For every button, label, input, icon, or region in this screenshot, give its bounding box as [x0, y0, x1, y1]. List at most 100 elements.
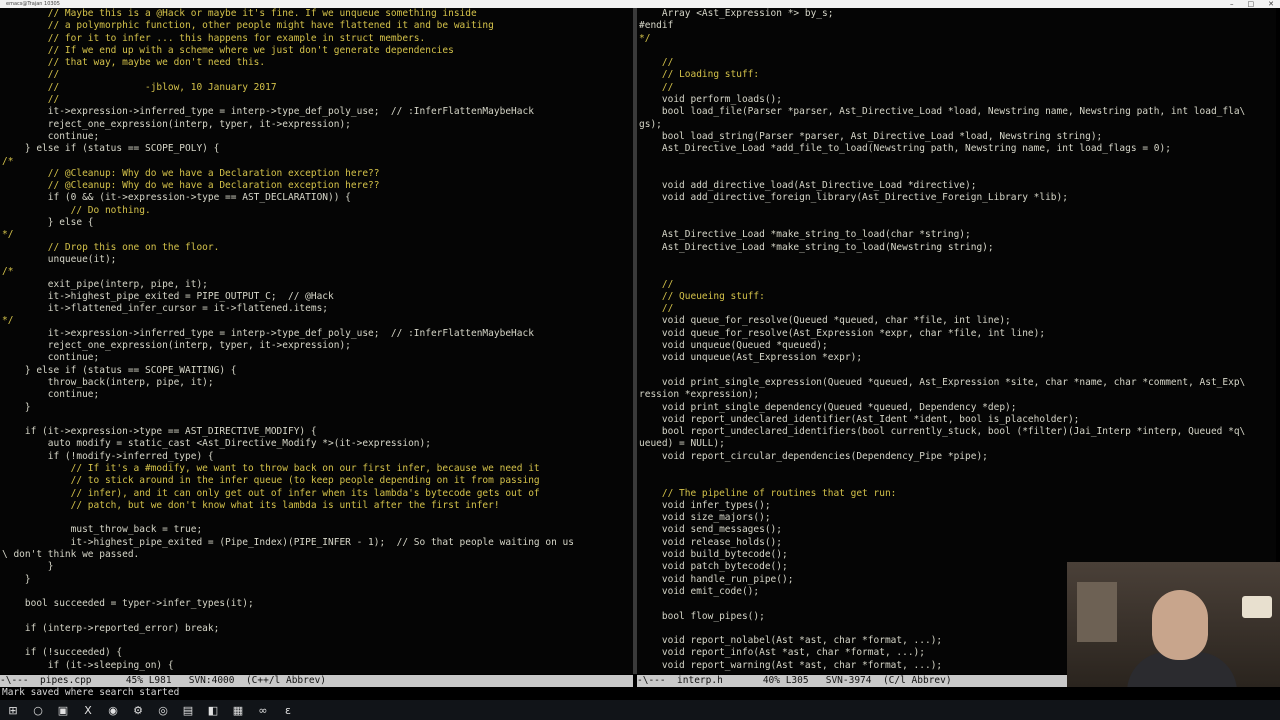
code-line[interactable]: if (!succeeded) {: [2, 647, 633, 659]
code-line[interactable]: it->highest_pipe_exited = PIPE_OUTPUT_C;…: [2, 291, 633, 303]
code-line[interactable]: /*: [2, 156, 633, 168]
code-line[interactable]: // a polymorphic function, other people …: [2, 20, 633, 32]
code-line[interactable]: \ don't think we passed.: [2, 549, 633, 561]
code-line[interactable]: // If we end up with a scheme where we j…: [2, 45, 633, 57]
code-line[interactable]: // Maybe this is a @Hack or maybe it's f…: [2, 8, 633, 20]
code-line[interactable]: [639, 266, 1276, 278]
terminal-icon[interactable]: ▤: [179, 702, 197, 718]
code-line[interactable]: reject_one_expression(interp, typer, it-…: [2, 340, 633, 352]
code-line[interactable]: void report_undeclared_identifier(Ast_Id…: [639, 414, 1276, 426]
code-line[interactable]: continue;: [2, 131, 633, 143]
code-line[interactable]: continue;: [2, 389, 633, 401]
minibuffer[interactable]: Mark saved where search started: [0, 687, 1280, 699]
code-line[interactable]: if (0 && (it->expression->type == AST_DE…: [2, 192, 633, 204]
code-line[interactable]: // If it's a #modify, we want to throw b…: [2, 463, 633, 475]
code-line[interactable]: void queue_for_resolve(Ast_Expression *e…: [639, 328, 1276, 340]
code-line[interactable]: void release_holds();: [639, 537, 1276, 549]
windows-start-icon[interactable]: ⊞: [4, 702, 22, 718]
code-line[interactable]: void send_messages();: [639, 524, 1276, 536]
code-line[interactable]: void add_directive_foreign_library(Ast_D…: [639, 192, 1276, 204]
code-line[interactable]: if (!modify->inferred_type) {: [2, 451, 633, 463]
code-line[interactable]: continue;: [2, 352, 633, 364]
left-editor-pane[interactable]: // Maybe this is a @Hack or maybe it's f…: [0, 8, 633, 674]
code-line[interactable]: bool report_undeclared_identifiers(bool …: [639, 426, 1276, 438]
code-line[interactable]: /*: [2, 266, 633, 278]
code-line[interactable]: it->expression->inferred_type = interp->…: [2, 328, 633, 340]
code-line[interactable]: bool succeeded = typer->infer_types(it);: [2, 598, 633, 610]
code-line[interactable]: reject_one_expression(interp, typer, it-…: [2, 119, 633, 131]
app-icon[interactable]: ◧: [204, 702, 222, 718]
code-line[interactable]: Ast_Directive_Load *make_string_to_load(…: [639, 229, 1276, 241]
code-line[interactable]: void infer_types();: [639, 500, 1276, 512]
code-line[interactable]: must_throw_back = true;: [2, 524, 633, 536]
code-line[interactable]: if (interp->reported_error) break;: [2, 623, 633, 635]
code-line[interactable]: //: [639, 303, 1276, 315]
code-line[interactable]: // The pipeline of routines that get run…: [639, 488, 1276, 500]
code-line[interactable]: ueued) = NULL);: [639, 438, 1276, 450]
close-button[interactable]: ✕: [1268, 0, 1274, 8]
code-line[interactable]: } else {: [2, 217, 633, 229]
code-line[interactable]: Ast_Directive_Load *add_file_to_load(New…: [639, 143, 1276, 155]
file-explorer-icon[interactable]: ▣: [54, 702, 72, 718]
code-line[interactable]: //: [639, 57, 1276, 69]
code-line[interactable]: auto modify = static_cast <Ast_Directive…: [2, 438, 633, 450]
left-code-buffer[interactable]: // Maybe this is a @Hack or maybe it's f…: [0, 8, 633, 672]
code-line[interactable]: void print_single_expression(Queued *que…: [639, 377, 1276, 389]
code-line[interactable]: bool load_string(Parser *parser, Ast_Dir…: [639, 131, 1276, 143]
code-line[interactable]: //: [2, 94, 633, 106]
code-line[interactable]: [639, 254, 1276, 266]
maximize-button[interactable]: □: [1248, 0, 1255, 8]
code-line[interactable]: // Queueing stuff:: [639, 291, 1276, 303]
code-line[interactable]: //: [639, 82, 1276, 94]
emacs-icon[interactable]: ε: [279, 702, 297, 718]
code-line[interactable]: [2, 635, 633, 647]
code-line[interactable]: // that way, maybe we don't need this.: [2, 57, 633, 69]
code-line[interactable]: Array <Ast_Expression *> by_s;: [639, 8, 1276, 20]
code-line[interactable]: } else if (status == SCOPE_WAITING) {: [2, 365, 633, 377]
code-line[interactable]: // Drop this one on the floor.: [2, 242, 633, 254]
code-line[interactable]: void queue_for_resolve(Queued *queued, c…: [639, 315, 1276, 327]
code-line[interactable]: // to stick around in the infer queue (t…: [2, 475, 633, 487]
code-line[interactable]: [639, 168, 1276, 180]
code-line[interactable]: void print_single_dependency(Queued *que…: [639, 402, 1276, 414]
code-line[interactable]: void add_directive_load(Ast_Directive_Lo…: [639, 180, 1276, 192]
code-line[interactable]: [639, 475, 1276, 487]
code-line[interactable]: [2, 611, 633, 623]
code-line[interactable]: */: [2, 315, 633, 327]
code-line[interactable]: // -jblow, 10 January 2017: [2, 82, 633, 94]
code-line[interactable]: Ast_Directive_Load *make_string_to_load(…: [639, 242, 1276, 254]
code-line[interactable]: if (it->expression->type == AST_DIRECTIV…: [2, 426, 633, 438]
code-line[interactable]: throw_back(interp, pipe, it);: [2, 377, 633, 389]
code-line[interactable]: // @Cleanup: Why do we have a Declaratio…: [2, 168, 633, 180]
code-line[interactable]: void perform_loads();: [639, 94, 1276, 106]
spreadsheet-icon[interactable]: ▦: [229, 702, 247, 718]
visual-studio-icon[interactable]: ∞: [254, 702, 272, 718]
code-line[interactable]: //: [639, 279, 1276, 291]
code-line[interactable]: // infer), and it can only get out of in…: [2, 488, 633, 500]
code-line[interactable]: it->expression->inferred_type = interp->…: [2, 106, 633, 118]
code-line[interactable]: // patch, but we don't know what its lam…: [2, 500, 633, 512]
minimize-button[interactable]: –: [1230, 0, 1234, 8]
code-line[interactable]: exit_pipe(interp, pipe, it);: [2, 279, 633, 291]
code-line[interactable]: // for it to infer ... this happens for …: [2, 33, 633, 45]
code-line[interactable]: // @Cleanup: Why do we have a Declaratio…: [2, 180, 633, 192]
code-line[interactable]: void report_circular_dependencies(Depend…: [639, 451, 1276, 463]
code-line[interactable]: void unqueue(Ast_Expression *expr);: [639, 352, 1276, 364]
chrome-alt-icon[interactable]: ◎: [154, 702, 172, 718]
code-line[interactable]: if (it->sleeping_on) {: [2, 660, 633, 672]
code-line[interactable]: #endif: [639, 20, 1276, 32]
code-line[interactable]: } else if (status == SCOPE_POLY) {: [2, 143, 633, 155]
code-line[interactable]: [639, 205, 1276, 217]
code-line[interactable]: [639, 217, 1276, 229]
chrome-icon[interactable]: ◉: [104, 702, 122, 718]
code-line[interactable]: void build_bytecode();: [639, 549, 1276, 561]
code-line[interactable]: [639, 156, 1276, 168]
code-line[interactable]: ression *expression);: [639, 389, 1276, 401]
code-line[interactable]: }: [2, 402, 633, 414]
code-line[interactable]: void unqueue(Queued *queued);: [639, 340, 1276, 352]
code-line[interactable]: [639, 365, 1276, 377]
code-line[interactable]: gs);: [639, 119, 1276, 131]
code-line[interactable]: it->highest_pipe_exited = (Pipe_Index)(P…: [2, 537, 633, 549]
code-line[interactable]: it->flattened_infer_cursor = it->flatten…: [2, 303, 633, 315]
code-line[interactable]: unqueue(it);: [2, 254, 633, 266]
